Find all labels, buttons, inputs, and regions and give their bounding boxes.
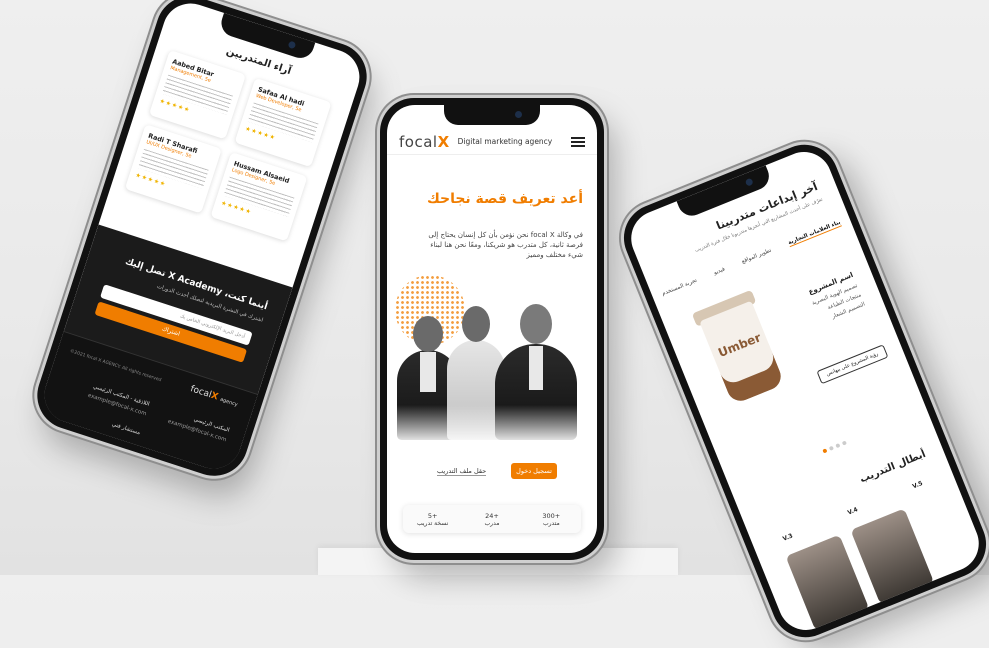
project-cup-image — [699, 300, 785, 405]
person-head — [520, 304, 552, 344]
tab-user-experience[interactable]: تجربة المستخدم — [661, 278, 698, 298]
center-phone-screen: focalX Digital marketing agency أعد تعري… — [387, 105, 597, 553]
brand-logo[interactable]: focalX — [399, 133, 450, 151]
trainee-photo-card[interactable] — [850, 508, 935, 605]
register-button[interactable]: تسجيل دخول — [511, 463, 557, 479]
trainee-photo-card[interactable] — [785, 534, 870, 631]
camera-icon — [515, 111, 522, 118]
stat-item: 300+ متدرب — [542, 511, 561, 527]
tab-branding[interactable]: بناء العلامات التجارية — [787, 219, 842, 248]
person-head — [462, 306, 490, 342]
person-head — [413, 316, 443, 352]
brand-tagline: Digital marketing agency — [457, 137, 553, 146]
camera-icon — [287, 40, 297, 50]
top-navbar: focalX Digital marketing agency — [387, 129, 597, 155]
image-fade — [387, 405, 597, 445]
tab-web-development[interactable]: تطوير المواقع — [741, 248, 773, 266]
phone-notch — [444, 105, 540, 125]
carousel-dots[interactable] — [822, 440, 847, 454]
center-phone-mockup: focalX Digital marketing agency أعد تعري… — [380, 98, 604, 560]
version-tab[interactable]: V.3 — [782, 532, 794, 542]
stats-bar: 5+ نسخة تدريب 24+ مدرب 300+ متدرب — [403, 505, 581, 533]
camera-icon — [744, 177, 754, 187]
testimonial-card[interactable]: Radi T Sharafi UI/UX Designer, 5e ★★★★★ — [124, 124, 222, 214]
hamburger-menu-icon[interactable] — [571, 135, 585, 149]
training-profile-link[interactable]: حقل ملف التدريب — [437, 467, 487, 476]
testimonial-card[interactable]: Aabed Bitar Management, 5e ★★★★★ — [148, 49, 246, 140]
version-tab[interactable]: V.5 — [912, 480, 924, 490]
testimonial-card[interactable]: Hussam Alsaeid Logo Designer, 5e ★★★★★ — [210, 151, 308, 242]
stat-item: 24+ مدرب — [484, 511, 500, 527]
training-heroes-title: أبطال التدريب — [858, 448, 928, 486]
view-on-behance-button[interactable]: رؤية المشروع على بيهانس — [816, 344, 889, 385]
hero-title: أعد تعريف قصة نجاحك — [426, 191, 583, 207]
person-shirt — [529, 346, 543, 390]
testimonial-card[interactable]: Safaa Al hadi Web Developer, 5e ★★★★★ — [234, 77, 332, 168]
stat-item: 5+ نسخة تدريب — [417, 511, 449, 527]
office-title: مستشار فني — [111, 421, 141, 437]
tab-video[interactable]: فيديو — [713, 266, 726, 277]
copyright-text: ©2021 focal X AGENCY. All rights reserve… — [69, 348, 162, 384]
person-shirt — [420, 352, 436, 392]
version-tab[interactable]: V.4 — [847, 506, 859, 516]
footer-logo: focalX agency — [188, 384, 239, 409]
hero-text: في وكالة focal X نحن نؤمن بأن كل إنسان ي… — [428, 231, 583, 260]
